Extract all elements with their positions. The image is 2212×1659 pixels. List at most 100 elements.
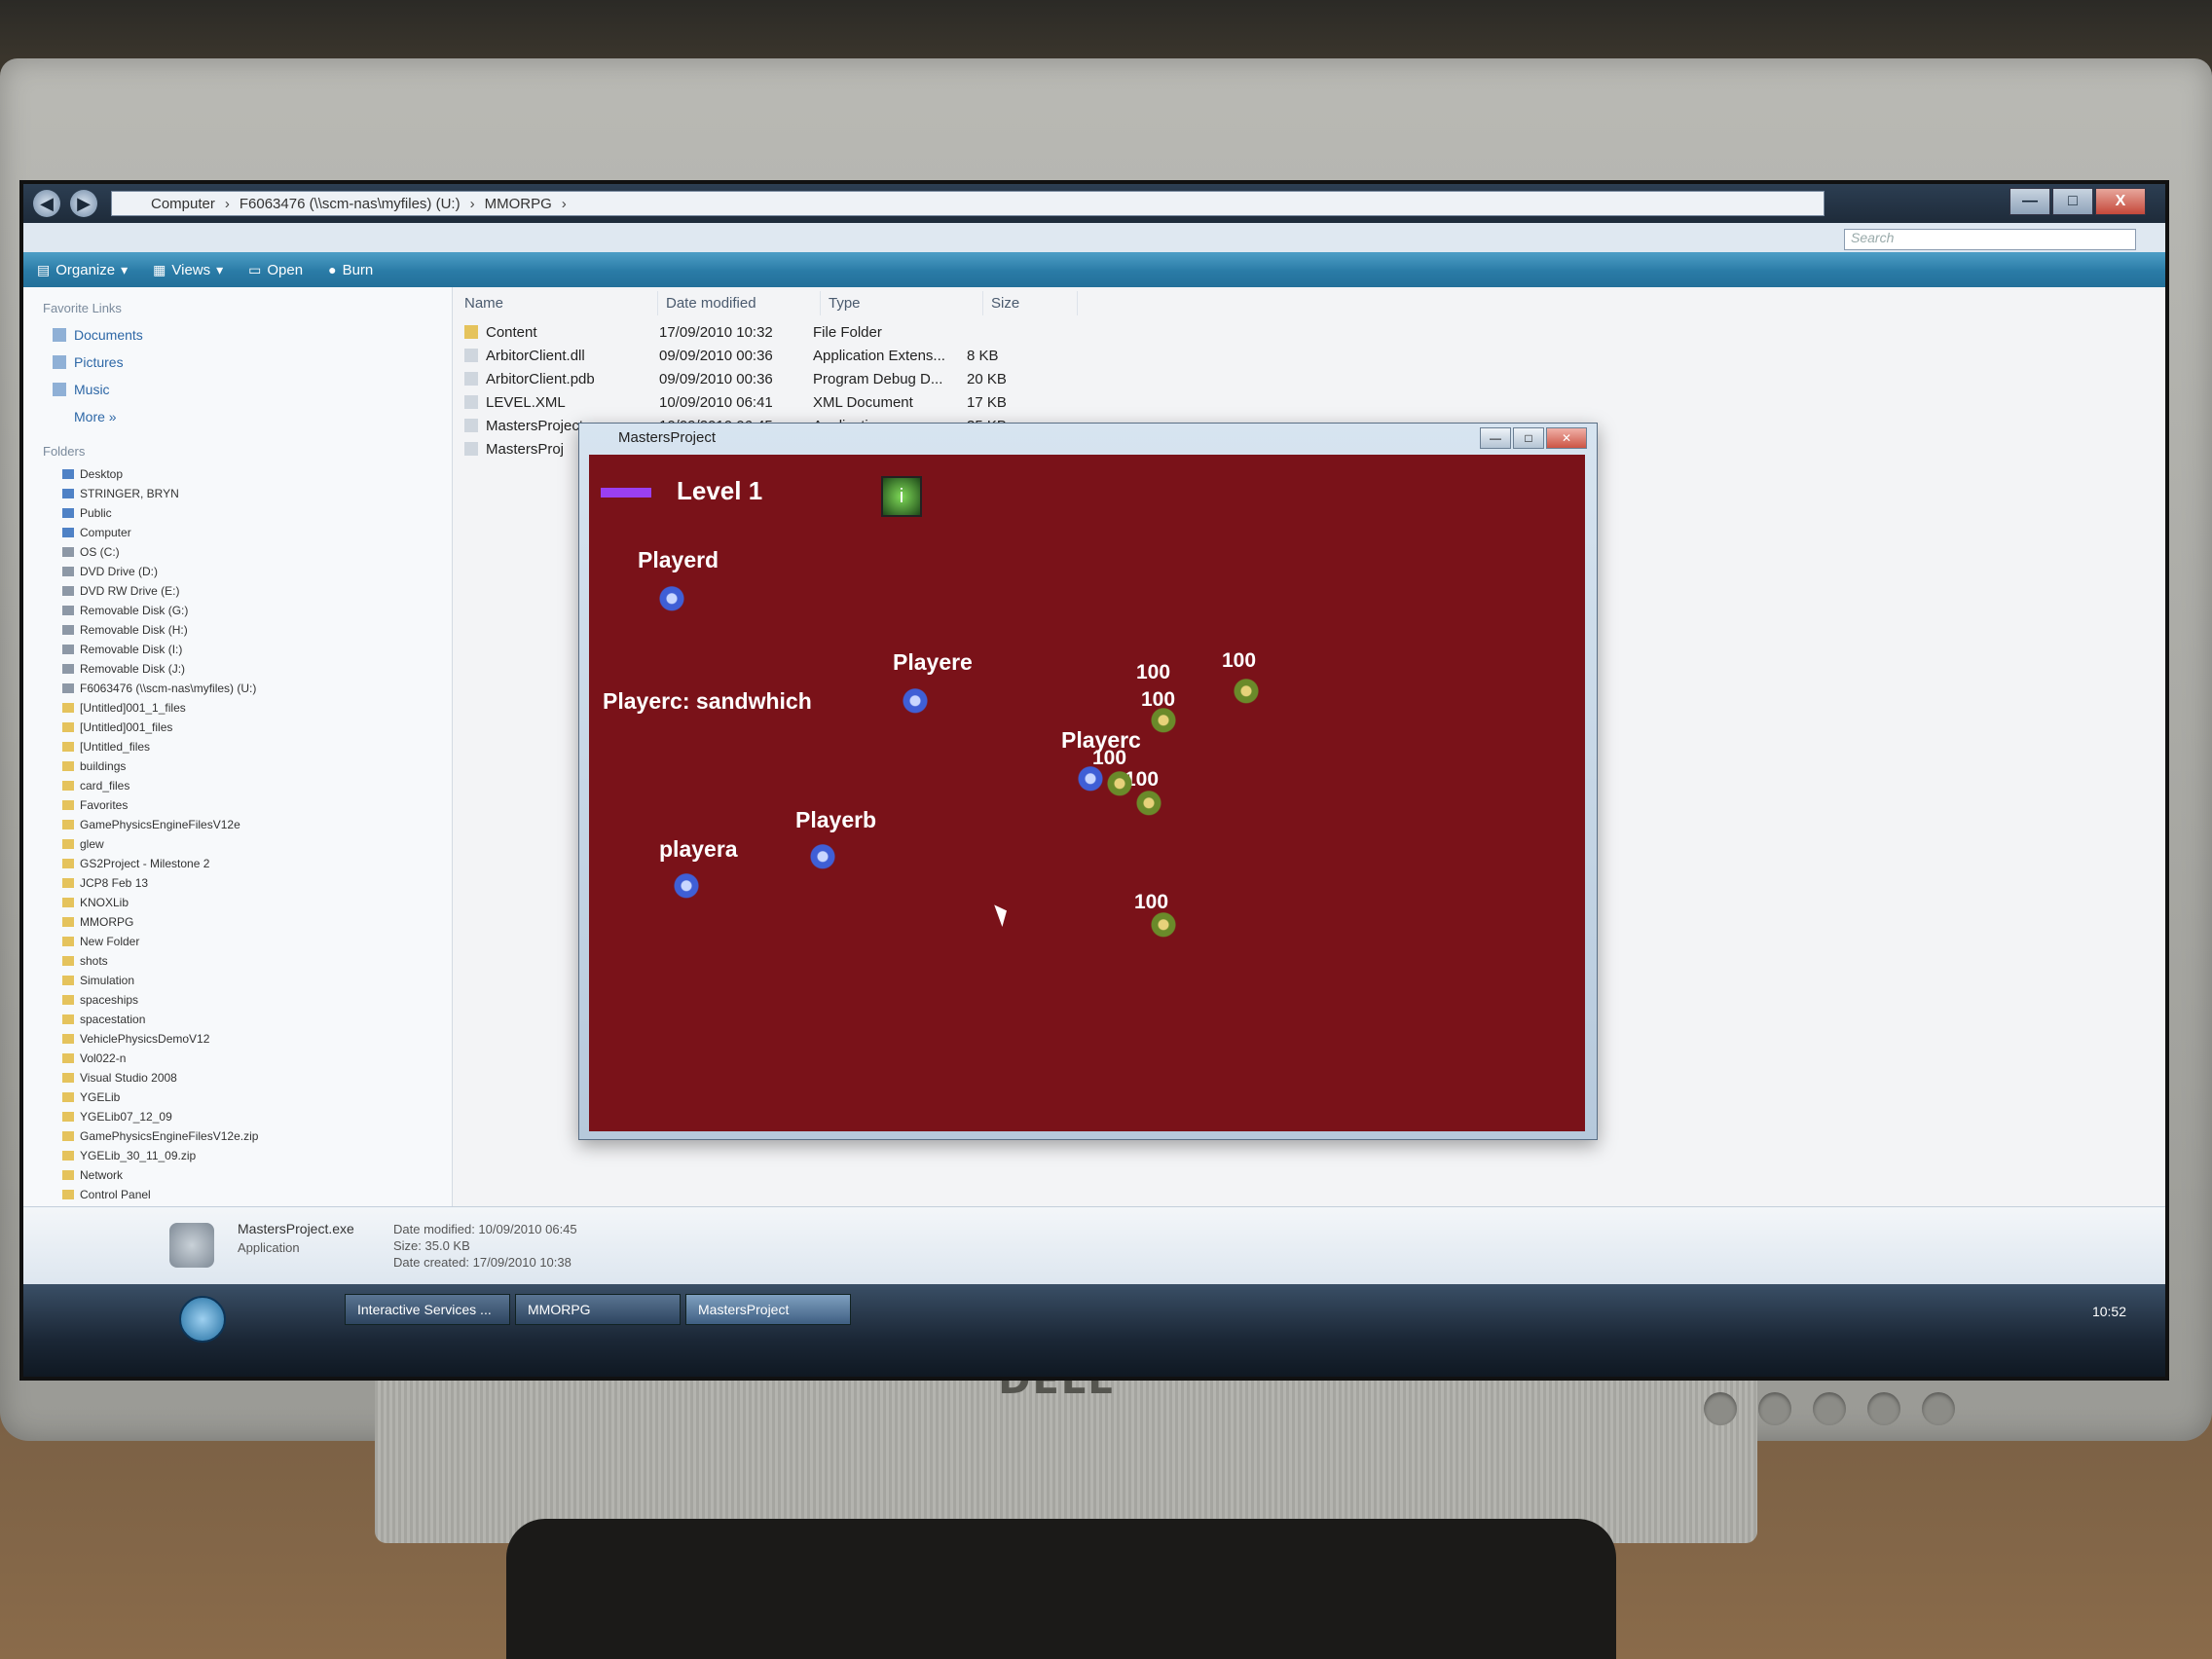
folder-tree-item[interactable]: DVD Drive (D:) (62, 562, 452, 581)
open-button[interactable]: ▭ Open (248, 262, 303, 278)
folder-tree-item[interactable]: Visual Studio 2008 (62, 1068, 452, 1088)
player-sprite[interactable] (1076, 766, 1105, 797)
power-button[interactable] (1922, 1392, 1955, 1425)
player-sprite[interactable] (901, 688, 930, 719)
folder-tree-item[interactable]: MMORPG (62, 912, 452, 932)
column-header-size[interactable]: Size (983, 291, 1078, 315)
folder-tree-item[interactable]: spaceships (62, 990, 452, 1010)
favorite-link[interactable]: Pictures (23, 349, 452, 376)
file-row[interactable]: ArbitorClient.pdb 09/09/2010 00:36 Program… (457, 367, 1045, 390)
folder-tree-item[interactable]: Vol022-n (62, 1049, 452, 1068)
organize-label: Organize (55, 261, 116, 278)
folder-tree-item[interactable]: Network (62, 1165, 452, 1185)
folder-tree-item[interactable]: glew (62, 834, 452, 854)
folder-tree-label: Favorites (80, 798, 129, 812)
folder-tree-item[interactable]: GamePhysicsEngineFilesV12e (62, 815, 452, 834)
start-button[interactable] (179, 1296, 226, 1343)
file-row[interactable]: LEVEL.XML 10/09/2010 06:41 XML Document 17 … (457, 390, 1045, 414)
views-label: Views (171, 261, 211, 278)
folder-tree-item[interactable]: Simulation (62, 971, 452, 990)
folder-tree-item[interactable]: [Untitled_files (62, 737, 452, 756)
folder-tree-item[interactable]: JCP8 Feb 13 (62, 873, 452, 893)
folder-tree-label: MMORPG (80, 915, 134, 929)
folder-tree-item[interactable]: YGELib_30_11_09.zip (62, 1146, 452, 1165)
enemy-health: 100 (1134, 891, 1169, 913)
breadcrumb-item[interactable]: Computer (151, 196, 215, 212)
organize-button[interactable]: ▤ Organize ▾ (37, 262, 128, 278)
folder-tree-item[interactable]: VehiclePhysicsDemoV12 (62, 1029, 452, 1049)
info-icon[interactable]: i (881, 476, 922, 517)
file-size: 8 KB (967, 347, 999, 364)
folder-tree-item[interactable]: GS2Project - Milestone 2 (62, 854, 452, 873)
maximize-button[interactable]: □ (2052, 188, 2093, 215)
more-link[interactable]: More » (23, 403, 452, 430)
folder-tree-item[interactable]: Public (62, 503, 452, 523)
player-sprite[interactable] (672, 873, 701, 904)
minimize-button[interactable]: — (1480, 427, 1511, 449)
folder-tree-item[interactable]: Removable Disk (G:) (62, 601, 452, 620)
folder-icon (62, 761, 74, 771)
system-clock[interactable]: 10:52 (2092, 1304, 2126, 1319)
folder-tree-item[interactable]: Control Panel (62, 1185, 452, 1204)
folder-tree-item[interactable]: [Untitled]001_files (62, 718, 452, 737)
folder-tree-item[interactable]: Removable Disk (I:) (62, 640, 452, 659)
folder-tree-item[interactable]: DVD RW Drive (E:) (62, 581, 452, 601)
folder-tree-item[interactable]: buildings (62, 756, 452, 776)
taskbar-button-active[interactable]: MastersProject (685, 1294, 851, 1325)
maximize-button[interactable]: □ (1513, 427, 1544, 449)
enemy-sprite[interactable] (1232, 679, 1261, 710)
enemy-sprite[interactable] (1149, 912, 1178, 943)
taskbar-button[interactable]: MMORPG (515, 1294, 681, 1325)
column-header-type[interactable]: Type (821, 291, 983, 315)
player-sprite[interactable] (657, 586, 686, 617)
close-button[interactable]: ✕ (1546, 427, 1587, 449)
views-button[interactable]: ▦ Views ▾ (153, 262, 223, 278)
folder-tree-item[interactable]: STRINGER, BRYN (62, 484, 452, 503)
folder-tree-item[interactable]: F6063476 (\\scm-nas\myfiles) (U:) (62, 679, 452, 698)
folder-tree-item[interactable]: YGELib07_12_09 (62, 1107, 452, 1126)
monitor-button[interactable] (1758, 1392, 1791, 1425)
folder-tree-item[interactable]: spacestation (62, 1010, 452, 1029)
enemy-sprite[interactable] (1134, 791, 1163, 822)
favorite-link[interactable]: Music (23, 376, 452, 403)
folder-tree-label: Removable Disk (H:) (80, 623, 188, 637)
file-row[interactable]: Content 17/09/2010 10:32 File Folder (457, 320, 1045, 344)
folder-tree-item[interactable]: Removable Disk (J:) (62, 659, 452, 679)
minimize-button[interactable]: — (2009, 188, 2050, 215)
folder-tree-item[interactable]: KNOXLib (62, 893, 452, 912)
taskbar: Interactive Services ... MMORPG MastersP… (23, 1284, 2165, 1377)
monitor-button[interactable] (1704, 1392, 1737, 1425)
game-canvas[interactable]: Level 1 i Playerd Playere Playerc: sandw… (589, 455, 1585, 1131)
column-header-name[interactable]: Name (457, 291, 658, 315)
breadcrumb-item[interactable]: MMORPG (485, 196, 552, 212)
file-row[interactable]: ArbitorClient.dll 09/09/2010 00:36 Applica… (457, 344, 1045, 367)
enemy-sprite[interactable] (1105, 771, 1134, 802)
folder-tree-item[interactable]: card_files (62, 776, 452, 795)
burn-button[interactable]: ● Burn (328, 262, 373, 278)
folder-tree-item[interactable]: Removable Disk (H:) (62, 620, 452, 640)
folder-tree-item[interactable]: Desktop (62, 464, 452, 484)
taskbar-button[interactable]: Interactive Services ... (345, 1294, 510, 1325)
player-sprite[interactable] (808, 844, 837, 875)
breadcrumb-separator-icon: › (561, 195, 567, 212)
address-bar[interactable]: Computer › F6063476 (\\scm-nas\myfiles) … (111, 191, 1825, 216)
monitor-button[interactable] (1813, 1392, 1846, 1425)
search-input[interactable]: Search (1844, 229, 2136, 250)
folder-tree-item[interactable]: shots (62, 951, 452, 971)
folder-tree-item[interactable]: New Folder (62, 932, 452, 951)
back-arrow-icon[interactable]: ◀ (33, 190, 60, 217)
folder-tree-item[interactable]: GamePhysicsEngineFilesV12e.zip (62, 1126, 452, 1146)
folder-tree-item[interactable]: YGELib (62, 1088, 452, 1107)
close-button[interactable]: X (2095, 188, 2146, 215)
monitor-button[interactable] (1867, 1392, 1900, 1425)
forward-arrow-icon[interactable]: ▶ (70, 190, 97, 217)
favorite-link[interactable]: Documents (23, 321, 452, 349)
breadcrumb-item[interactable]: F6063476 (\\scm-nas\myfiles) (U:) (240, 196, 461, 212)
enemy-sprite[interactable] (1149, 708, 1178, 739)
column-header-date[interactable]: Date modified (658, 291, 821, 315)
folder-tree-item[interactable]: Favorites (62, 795, 452, 815)
folder-tree-item[interactable]: [Untitled]001_1_files (62, 698, 452, 718)
folder-tree-item[interactable]: OS (C:) (62, 542, 452, 562)
folders-header[interactable]: Folders (43, 444, 452, 459)
folder-tree-item[interactable]: Computer (62, 523, 452, 542)
